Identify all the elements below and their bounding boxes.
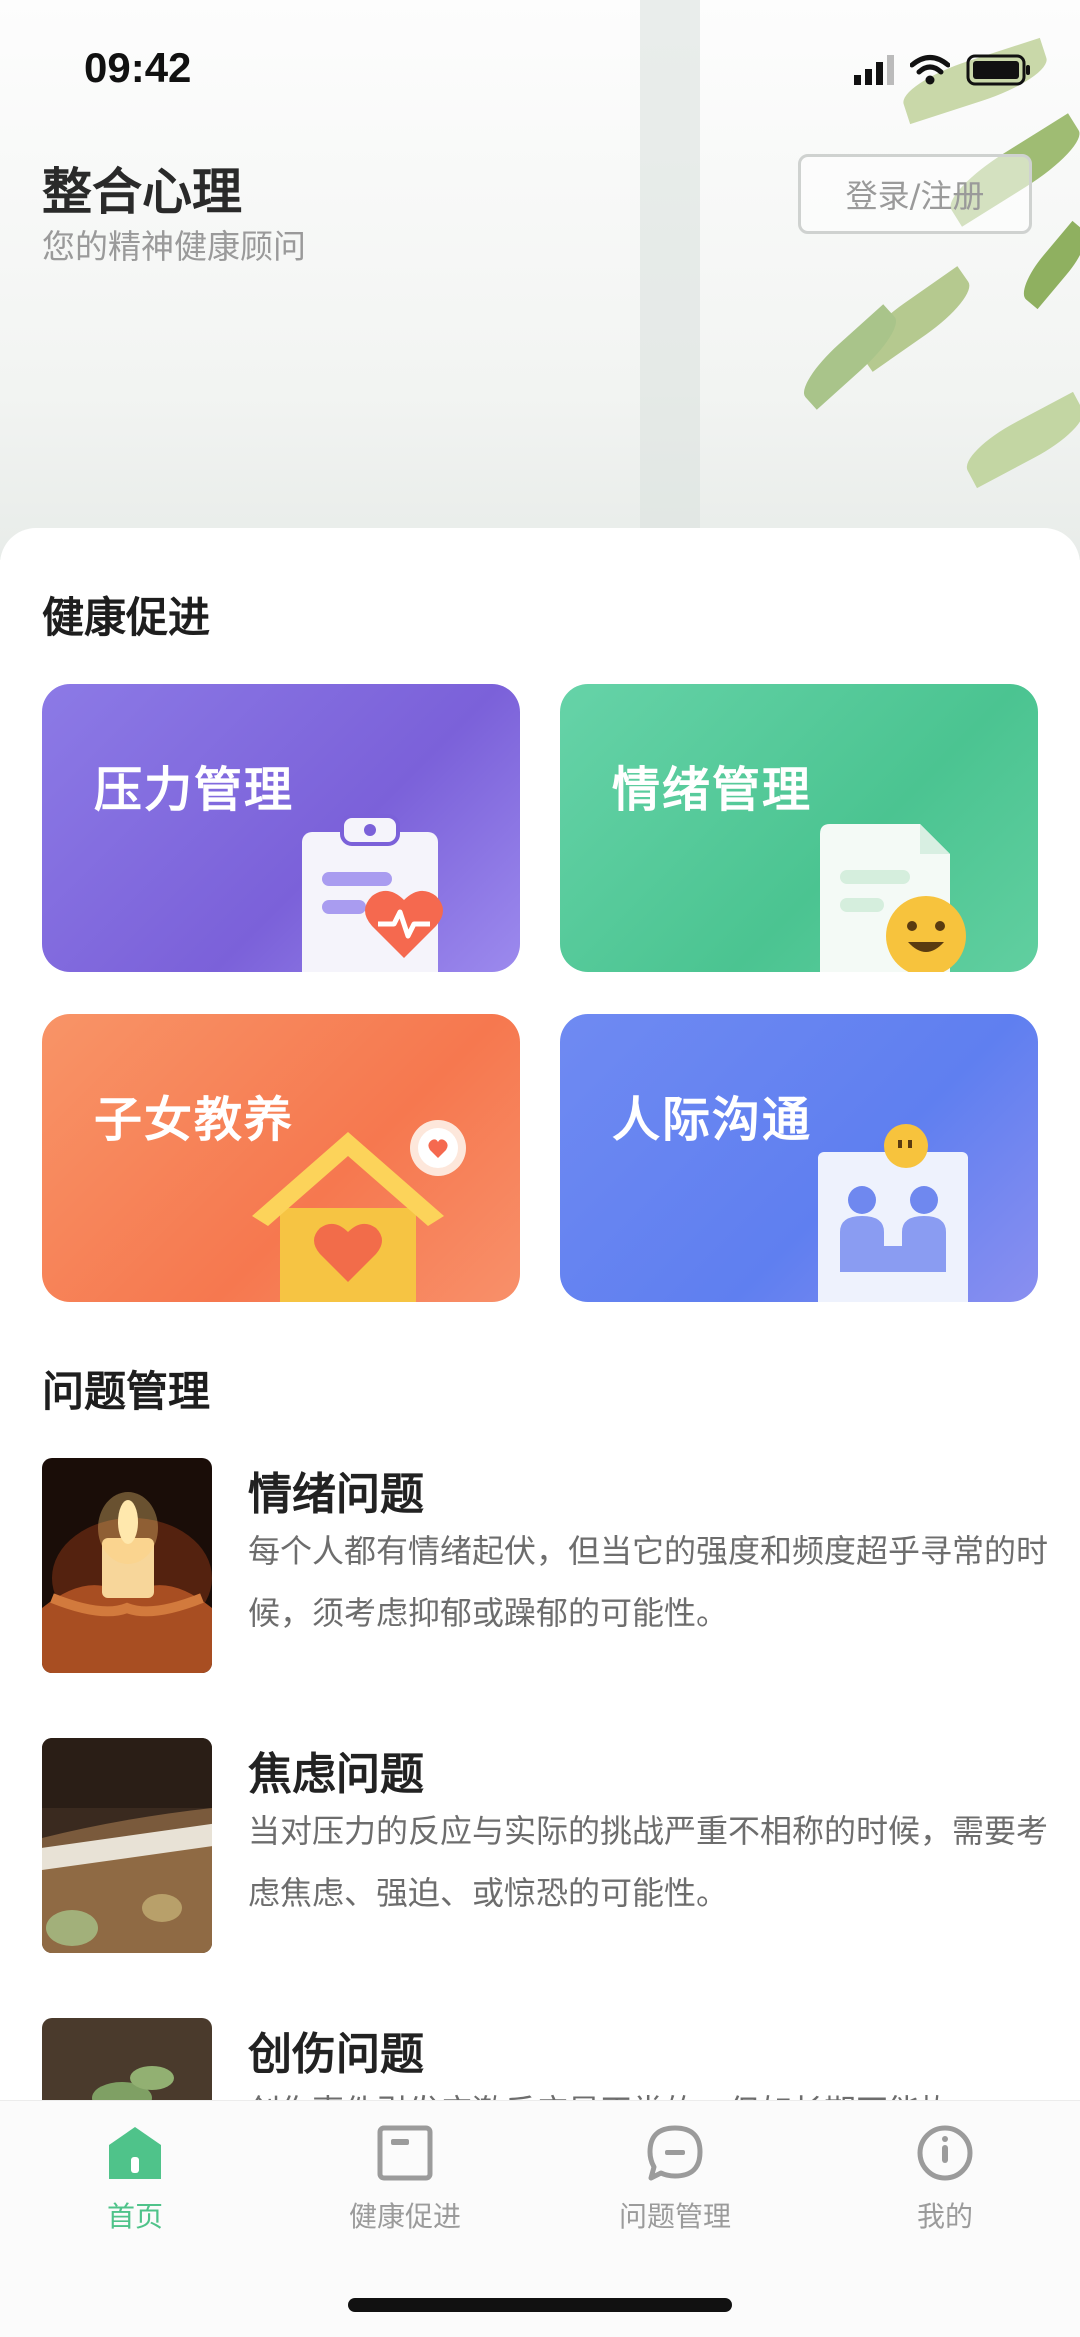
problem-description: 当对压力的反应与实际的挑战严重不相称的时候，需要考虑焦虑、强迫、或惊恐的可能性。 [248, 1812, 1049, 1912]
card-interpersonal-communication[interactable]: 人际沟通 [560, 1014, 1038, 1302]
status-time: 09:42 [84, 44, 192, 91]
problem-item-emotion[interactable]: 情绪问题 每个人都有情绪起伏，但当它的强度和频度超乎寻常的时候，须考虑抑郁或躁郁… [42, 1458, 1048, 1678]
problem-thumbnail [42, 1738, 212, 1953]
app-title: 整合心理 [42, 163, 242, 221]
user-circle-icon [917, 2125, 973, 2181]
people-chat-icon [818, 1124, 968, 1302]
leaf-decoration [1014, 220, 1080, 310]
card-parenting[interactable]: 子女教养 [42, 1014, 520, 1302]
app-subtitle: 您的精神健康顾问 [42, 227, 306, 266]
status-icons [854, 52, 1032, 88]
card-label: 情绪管理 [612, 762, 813, 818]
square-tab-icon [377, 2125, 433, 2181]
problem-thumbnail [42, 1458, 212, 1673]
status-bar: 09:42 [0, 0, 1080, 132]
signal-icon [854, 55, 894, 85]
wifi-icon [910, 55, 950, 85]
health-section-title: 健康促进 [42, 593, 211, 642]
tab-label: 问题管理 [618, 2200, 731, 2233]
tab-problem-management[interactable]: 问题管理 [540, 2123, 810, 2243]
card-emotion-management[interactable]: 情绪管理 [560, 684, 1038, 972]
card-label: 人际沟通 [612, 1092, 813, 1148]
problem-title: 创伤问题 [248, 2029, 424, 2080]
tab-profile[interactable]: 我的 [810, 2123, 1080, 2243]
home-indicator[interactable] [348, 2298, 732, 2312]
clipboard-heart-icon [302, 814, 443, 972]
leaf-decoration [958, 391, 1080, 489]
chat-bubble-icon [647, 2125, 703, 2181]
login-register-button[interactable]: 登录/注册 [798, 154, 1032, 234]
card-stress-management[interactable]: 压力管理 [42, 684, 520, 972]
battery-icon [966, 54, 1030, 86]
candle-image [42, 1458, 212, 1673]
problem-description: 每个人都有情绪起伏，但当它的强度和频度超乎寻常的时候，须考虑抑郁或躁郁的可能性。 [248, 1532, 1049, 1632]
problem-section-title: 问题管理 [42, 1367, 211, 1416]
home-icon [109, 2127, 161, 2179]
document-smile-icon [820, 824, 966, 972]
tab-label: 健康促进 [348, 2200, 461, 2233]
problem-item-anxiety[interactable]: 焦虑问题 当对压力的反应与实际的挑战严重不相称的时候，需要考虑焦虑、强迫、或惊恐… [42, 1738, 1048, 1958]
tab-home[interactable]: 首页 [0, 2123, 270, 2243]
tab-label: 首页 [106, 2200, 163, 2233]
wristband-image [42, 1738, 212, 1953]
house-heart-icon [252, 1120, 466, 1302]
problem-title: 焦虑问题 [248, 1749, 424, 1800]
tab-health-promotion[interactable]: 健康促进 [270, 2123, 540, 2243]
card-label: 压力管理 [94, 762, 295, 818]
main-sheet: 健康促进 压力管理 情绪管理 子女教养 人际沟通 问题管理 情绪问题 每个人都有… [0, 528, 1080, 2128]
problem-title: 情绪问题 [248, 1469, 424, 1520]
tab-label: 我的 [916, 2200, 973, 2233]
